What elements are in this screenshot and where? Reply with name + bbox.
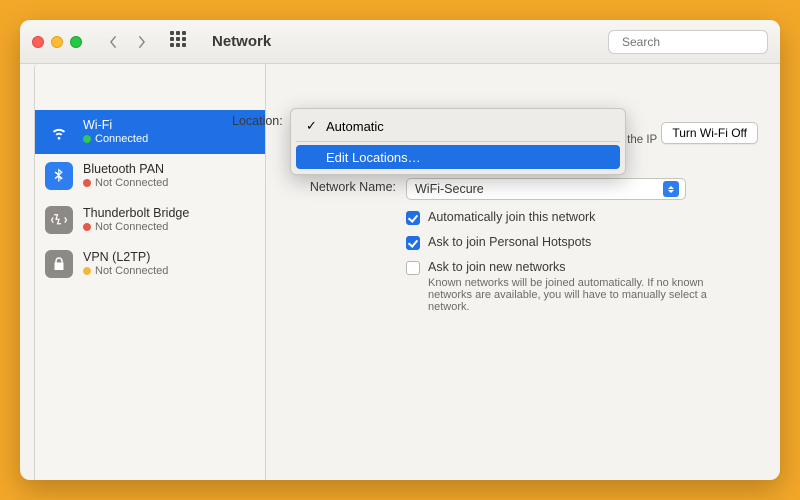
show-all-icon[interactable] xyxy=(170,31,192,53)
auto-join-checkbox[interactable] xyxy=(406,211,420,225)
service-status: Not Connected xyxy=(95,177,168,190)
location-dropdown: ✓ Automatic Edit Locations… xyxy=(290,108,626,175)
check-icon: ✓ xyxy=(306,118,318,134)
location-option-edit[interactable]: Edit Locations… xyxy=(296,145,620,169)
window-body: Location: Wi-Fi Connected Bluetooth PAN … xyxy=(20,64,780,480)
service-status: Connected xyxy=(95,133,148,146)
ask-hotspot-label: Ask to join Personal Hotspots xyxy=(428,235,591,249)
status-dot xyxy=(83,223,91,231)
location-label: Location: xyxy=(232,114,283,128)
sidebar-item-bluetooth-pan[interactable]: Bluetooth PAN Not Connected xyxy=(35,154,265,198)
status-dot xyxy=(83,179,91,187)
window-title: Network xyxy=(212,33,271,50)
window-controls xyxy=(32,36,82,48)
status-dot xyxy=(83,267,91,275)
ask-hotspot-checkbox[interactable] xyxy=(406,236,420,250)
turn-wifi-off-button[interactable]: Turn Wi-Fi Off xyxy=(661,122,758,144)
location-option-label: Automatic xyxy=(326,119,384,134)
network-preferences-window: Network Location: Wi-Fi Connected xyxy=(20,20,780,480)
service-name: Wi-Fi xyxy=(83,118,148,132)
zoom-window-button[interactable] xyxy=(70,36,82,48)
ask-new-label: Ask to join new networks xyxy=(428,260,566,274)
service-name: VPN (L2TP) xyxy=(83,250,168,264)
sidebar-item-vpn[interactable]: VPN (L2TP) Not Connected xyxy=(35,242,265,286)
close-window-button[interactable] xyxy=(32,36,44,48)
bluetooth-icon xyxy=(45,162,73,190)
nav-buttons xyxy=(102,31,152,53)
chevron-updown-icon xyxy=(663,181,679,197)
ask-new-description: Known networks will be joined automatica… xyxy=(428,277,708,313)
search-input[interactable] xyxy=(622,35,777,49)
menu-divider xyxy=(296,141,620,142)
service-name: Thunderbolt Bridge xyxy=(83,206,189,220)
auto-join-label: Automatically join this network xyxy=(428,210,595,224)
ask-new-checkbox[interactable] xyxy=(406,261,420,275)
status-dot xyxy=(83,135,91,143)
titlebar: Network xyxy=(20,20,780,64)
thunderbolt-icon xyxy=(45,206,73,234)
search-field[interactable] xyxy=(608,30,768,54)
wifi-icon xyxy=(45,118,73,146)
sidebar-item-wifi[interactable]: Wi-Fi Connected xyxy=(35,110,265,154)
network-name-value: WiFi-Secure xyxy=(415,182,484,196)
network-name-label: Network Name: xyxy=(280,178,406,200)
minimize-window-button[interactable] xyxy=(51,36,63,48)
service-name: Bluetooth PAN xyxy=(83,162,168,176)
forward-button[interactable] xyxy=(130,31,152,53)
network-name-select[interactable]: WiFi-Secure xyxy=(406,178,686,200)
service-status: Not Connected xyxy=(95,221,168,234)
back-button[interactable] xyxy=(102,31,124,53)
service-status: Not Connected xyxy=(95,265,168,278)
location-option-automatic[interactable]: ✓ Automatic xyxy=(296,114,620,138)
lock-icon xyxy=(45,250,73,278)
location-option-label: Edit Locations… xyxy=(326,150,421,165)
sidebar-item-thunderbolt-bridge[interactable]: Thunderbolt Bridge Not Connected xyxy=(35,198,265,242)
